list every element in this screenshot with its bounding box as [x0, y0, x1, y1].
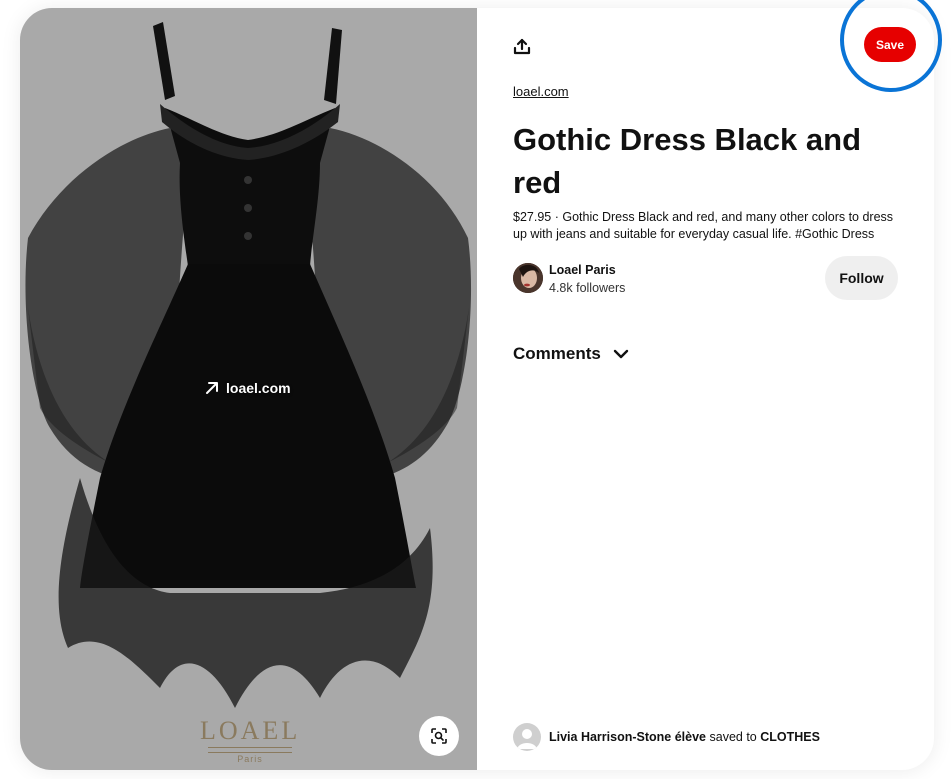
visual-search-button[interactable]	[419, 716, 459, 756]
saver-avatar[interactable]	[513, 723, 541, 751]
default-user-icon	[517, 729, 537, 749]
follow-button[interactable]: Follow	[825, 256, 898, 300]
pin-description: $27.95 · Gothic Dress Black and red, and…	[513, 210, 894, 241]
brand-watermark-logo: LOAEL Paris	[200, 716, 300, 764]
comments-toggle[interactable]: Comments	[513, 344, 629, 364]
visit-site-label: loael.com	[226, 380, 291, 396]
saver-name[interactable]: Livia Harrison-Stone élève	[549, 730, 706, 744]
save-button[interactable]: Save	[864, 27, 916, 62]
brand-logo-ornament	[208, 747, 292, 753]
creator-row: Loael Paris 4.8k followers Follow	[513, 256, 898, 306]
brand-logo-city: Paris	[237, 754, 263, 764]
pin-title: Gothic Dress Black and red	[513, 122, 862, 200]
brand-logo-word: LOAEL	[200, 716, 301, 745]
creator-avatar[interactable]	[513, 263, 543, 293]
lens-search-icon	[431, 728, 447, 744]
arrow-up-right-icon	[206, 382, 218, 394]
saved-to-text: saved to	[709, 730, 757, 744]
pin-image[interactable]: loael.com LOAEL Paris	[20, 8, 477, 770]
visit-site-link[interactable]: loael.com	[204, 380, 291, 396]
pin-details-panel: Save loael.com Gothic Dress Black and re…	[477, 8, 934, 770]
chevron-down-icon	[613, 349, 629, 359]
board-name[interactable]: CLOTHES	[760, 730, 820, 744]
creator-avatar-image	[513, 263, 543, 293]
pin-card: loael.com LOAEL Paris Save loael.com Got…	[20, 8, 934, 770]
creator-followers: 4.8k followers	[549, 281, 626, 295]
share-button[interactable]	[505, 30, 539, 64]
creator-name[interactable]: Loael Paris	[549, 263, 616, 277]
saved-by-row: Livia Harrison-Stone élève saved to CLOT…	[513, 723, 820, 751]
source-link[interactable]: loael.com	[513, 84, 569, 99]
share-upload-icon	[513, 38, 531, 55]
comments-label: Comments	[513, 344, 601, 363]
